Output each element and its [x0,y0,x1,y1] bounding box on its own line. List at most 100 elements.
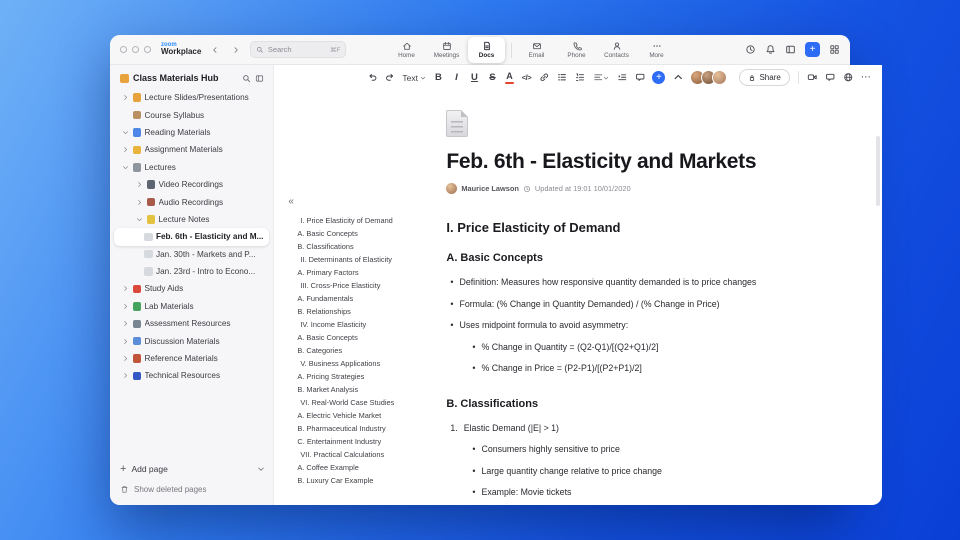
chevron-right-icon[interactable] [122,320,129,327]
toc-item[interactable]: B. Market Analysis [288,383,443,396]
toc-item[interactable]: A. Basic Concepts [288,331,443,344]
sidebar-item-audio-recordings[interactable]: Audio Recordings [110,193,273,210]
minimize-window-button[interactable] [132,46,139,53]
code-button[interactable]: </> [521,70,532,86]
sub-bullet-line[interactable]: % Change in Price = (P2-P1)/[(P2+P1)/2] [472,363,824,374]
close-window-button[interactable] [120,46,127,53]
share-button[interactable]: Share [739,69,790,86]
back-button[interactable] [208,43,222,57]
bold-button[interactable]: B [433,70,444,86]
section-heading[interactable]: I. Price Elasticity of Demand [446,220,824,235]
document-title[interactable]: Feb. 6th - Elasticity and Markets [446,150,824,174]
tab-contacts[interactable]: Contacts [598,37,635,63]
chevron-right-icon[interactable] [122,303,129,310]
toc-item[interactable]: VI. Real-World Case Studies [288,396,443,409]
sidebar-item-lecture-notes[interactable]: Lecture Notes [110,211,273,228]
toc-item[interactable]: B. Categories [288,344,443,357]
tab-meetings[interactable]: Meetings [428,37,465,63]
tab-docs[interactable]: Docs [468,37,505,63]
chevron-right-icon[interactable] [122,146,129,153]
sidebar-item-study-aids[interactable]: Study Aids [110,280,273,297]
sidebar-item-assessment-resources[interactable]: Assessment Resources [110,315,273,332]
sidebar-item-technical-resources[interactable]: Technical Resources [110,367,273,384]
chevron-down-icon[interactable] [122,164,129,171]
toc-item[interactable]: B. Pharmaceutical Industry [288,422,443,435]
chevron-right-icon[interactable] [122,94,129,101]
toc-item[interactable]: I. Price Elasticity of Demand [288,214,443,227]
toc-item[interactable]: A. Pricing Strategies [288,370,443,383]
chevron-right-icon[interactable] [136,181,143,188]
tab-phone[interactable]: Phone [558,37,595,63]
sidebar-item-lectures[interactable]: Lectures [110,159,273,176]
bullet-line[interactable]: Formula: (% Change in Quantity Demanded)… [450,299,824,310]
sub-bullet-line[interactable]: Large quantity change relative to price … [472,466,824,477]
indent-button[interactable] [616,70,627,86]
apps-grid-icon[interactable] [829,44,840,55]
sidebar-item-discussion-materials[interactable]: Discussion Materials [110,332,273,349]
add-page-button[interactable]: Add page [120,460,265,478]
text-style-dropdown[interactable]: Text [402,73,426,83]
toc-item[interactable]: A. Coffee Example [288,461,443,474]
chevron-right-icon[interactable] [122,355,129,362]
comment-button[interactable] [634,70,645,86]
zoom-window-button[interactable] [144,46,151,53]
toc-item[interactable]: A. Basic Concepts [288,227,443,240]
chat-button[interactable] [825,70,836,86]
notifications-bell-icon[interactable] [765,44,776,55]
tab-email[interactable]: Email [518,37,555,63]
sidebar-search-icon[interactable] [242,74,251,83]
sidebar-item-lecture-slides[interactable]: Lecture Slides/Presentations [110,89,273,106]
collapse-toolbar-button[interactable] [672,70,683,86]
subsection-heading[interactable]: B. Classifications [446,398,824,410]
toc-item[interactable]: A. Fundamentals [288,292,443,305]
strikethrough-button[interactable]: S [487,70,498,86]
sidebar-item-lab-materials[interactable]: Lab Materials [110,298,273,315]
new-item-button[interactable] [805,42,820,57]
sidebar-item-course-syllabus[interactable]: Course Syllabus [110,106,273,123]
chevron-right-icon[interactable] [122,338,129,345]
more-options-button[interactable]: ⋯ [861,70,872,86]
toc-item[interactable]: B. Classifications [288,240,443,253]
toc-item[interactable]: A. Primary Factors [288,266,443,279]
chevron-right-icon[interactable] [122,285,129,292]
sidebar-item-assignment-materials[interactable]: Assignment Materials [110,141,273,158]
italic-button[interactable]: I [451,70,462,86]
sidebar-item-jan-30th[interactable]: Jan. 30th - Markets and P... [110,246,273,263]
start-video-button[interactable] [807,70,818,86]
insert-block-button[interactable] [652,71,666,84]
tab-home[interactable]: Home [388,37,425,63]
chevron-right-icon[interactable] [122,372,129,379]
numbered-list-button[interactable] [575,70,586,86]
link-button[interactable] [539,70,550,86]
alignment-dropdown[interactable] [593,70,610,86]
sidebar-item-reference-materials[interactable]: Reference Materials [110,350,273,367]
toc-item[interactable]: A. Electric Vehicle Market [288,409,443,422]
toc-item[interactable]: IV. Income Elasticity [288,318,443,331]
tab-more[interactable]: More [638,37,675,63]
side-panel-icon[interactable] [785,44,796,55]
sidebar-item-feb-6th-selected[interactable]: Feb. 6th - Elasticity and M... [114,228,270,246]
bullet-line[interactable]: Uses midpoint formula to avoid asymmetry… [450,320,824,331]
bulleted-list-button[interactable] [557,70,568,86]
toc-item[interactable]: B. Relationships [288,305,443,318]
forward-button[interactable] [229,43,243,57]
subsection-heading[interactable]: A. Basic Concepts [446,252,824,264]
sub-bullet-line[interactable]: % Change in Quantity = (Q2-Q1)/[(Q2+Q1)/… [472,342,824,353]
collapse-outline-icon[interactable]: « [288,196,443,207]
chevron-down-icon[interactable] [257,465,265,473]
toc-item[interactable]: VII. Practical Calculations [288,448,443,461]
collapse-sidebar-icon[interactable] [255,74,264,83]
sidebar-item-jan-23rd[interactable]: Jan. 23rd - Intro to Econo... [110,263,273,280]
sub-bullet-line[interactable]: Consumers highly sensitive to price [472,444,824,455]
chevron-right-icon[interactable] [136,199,143,206]
redo-button[interactable] [384,70,395,86]
numbered-line[interactable]: 1. Elastic Demand (|E| > 1) [450,423,824,434]
underline-button[interactable]: U [469,70,480,86]
sub-bullet-line[interactable]: Example: Movie tickets [472,487,824,498]
toc-item[interactable]: C. Entertainment Industry [288,435,443,448]
sidebar-item-video-recordings[interactable]: Video Recordings [110,176,273,193]
show-deleted-pages-button[interactable]: Show deleted pages [120,481,265,497]
toc-item[interactable]: V. Business Applications [288,357,443,370]
text-color-dropdown[interactable]: A [504,71,514,84]
collaborator-avatar[interactable] [712,70,728,85]
